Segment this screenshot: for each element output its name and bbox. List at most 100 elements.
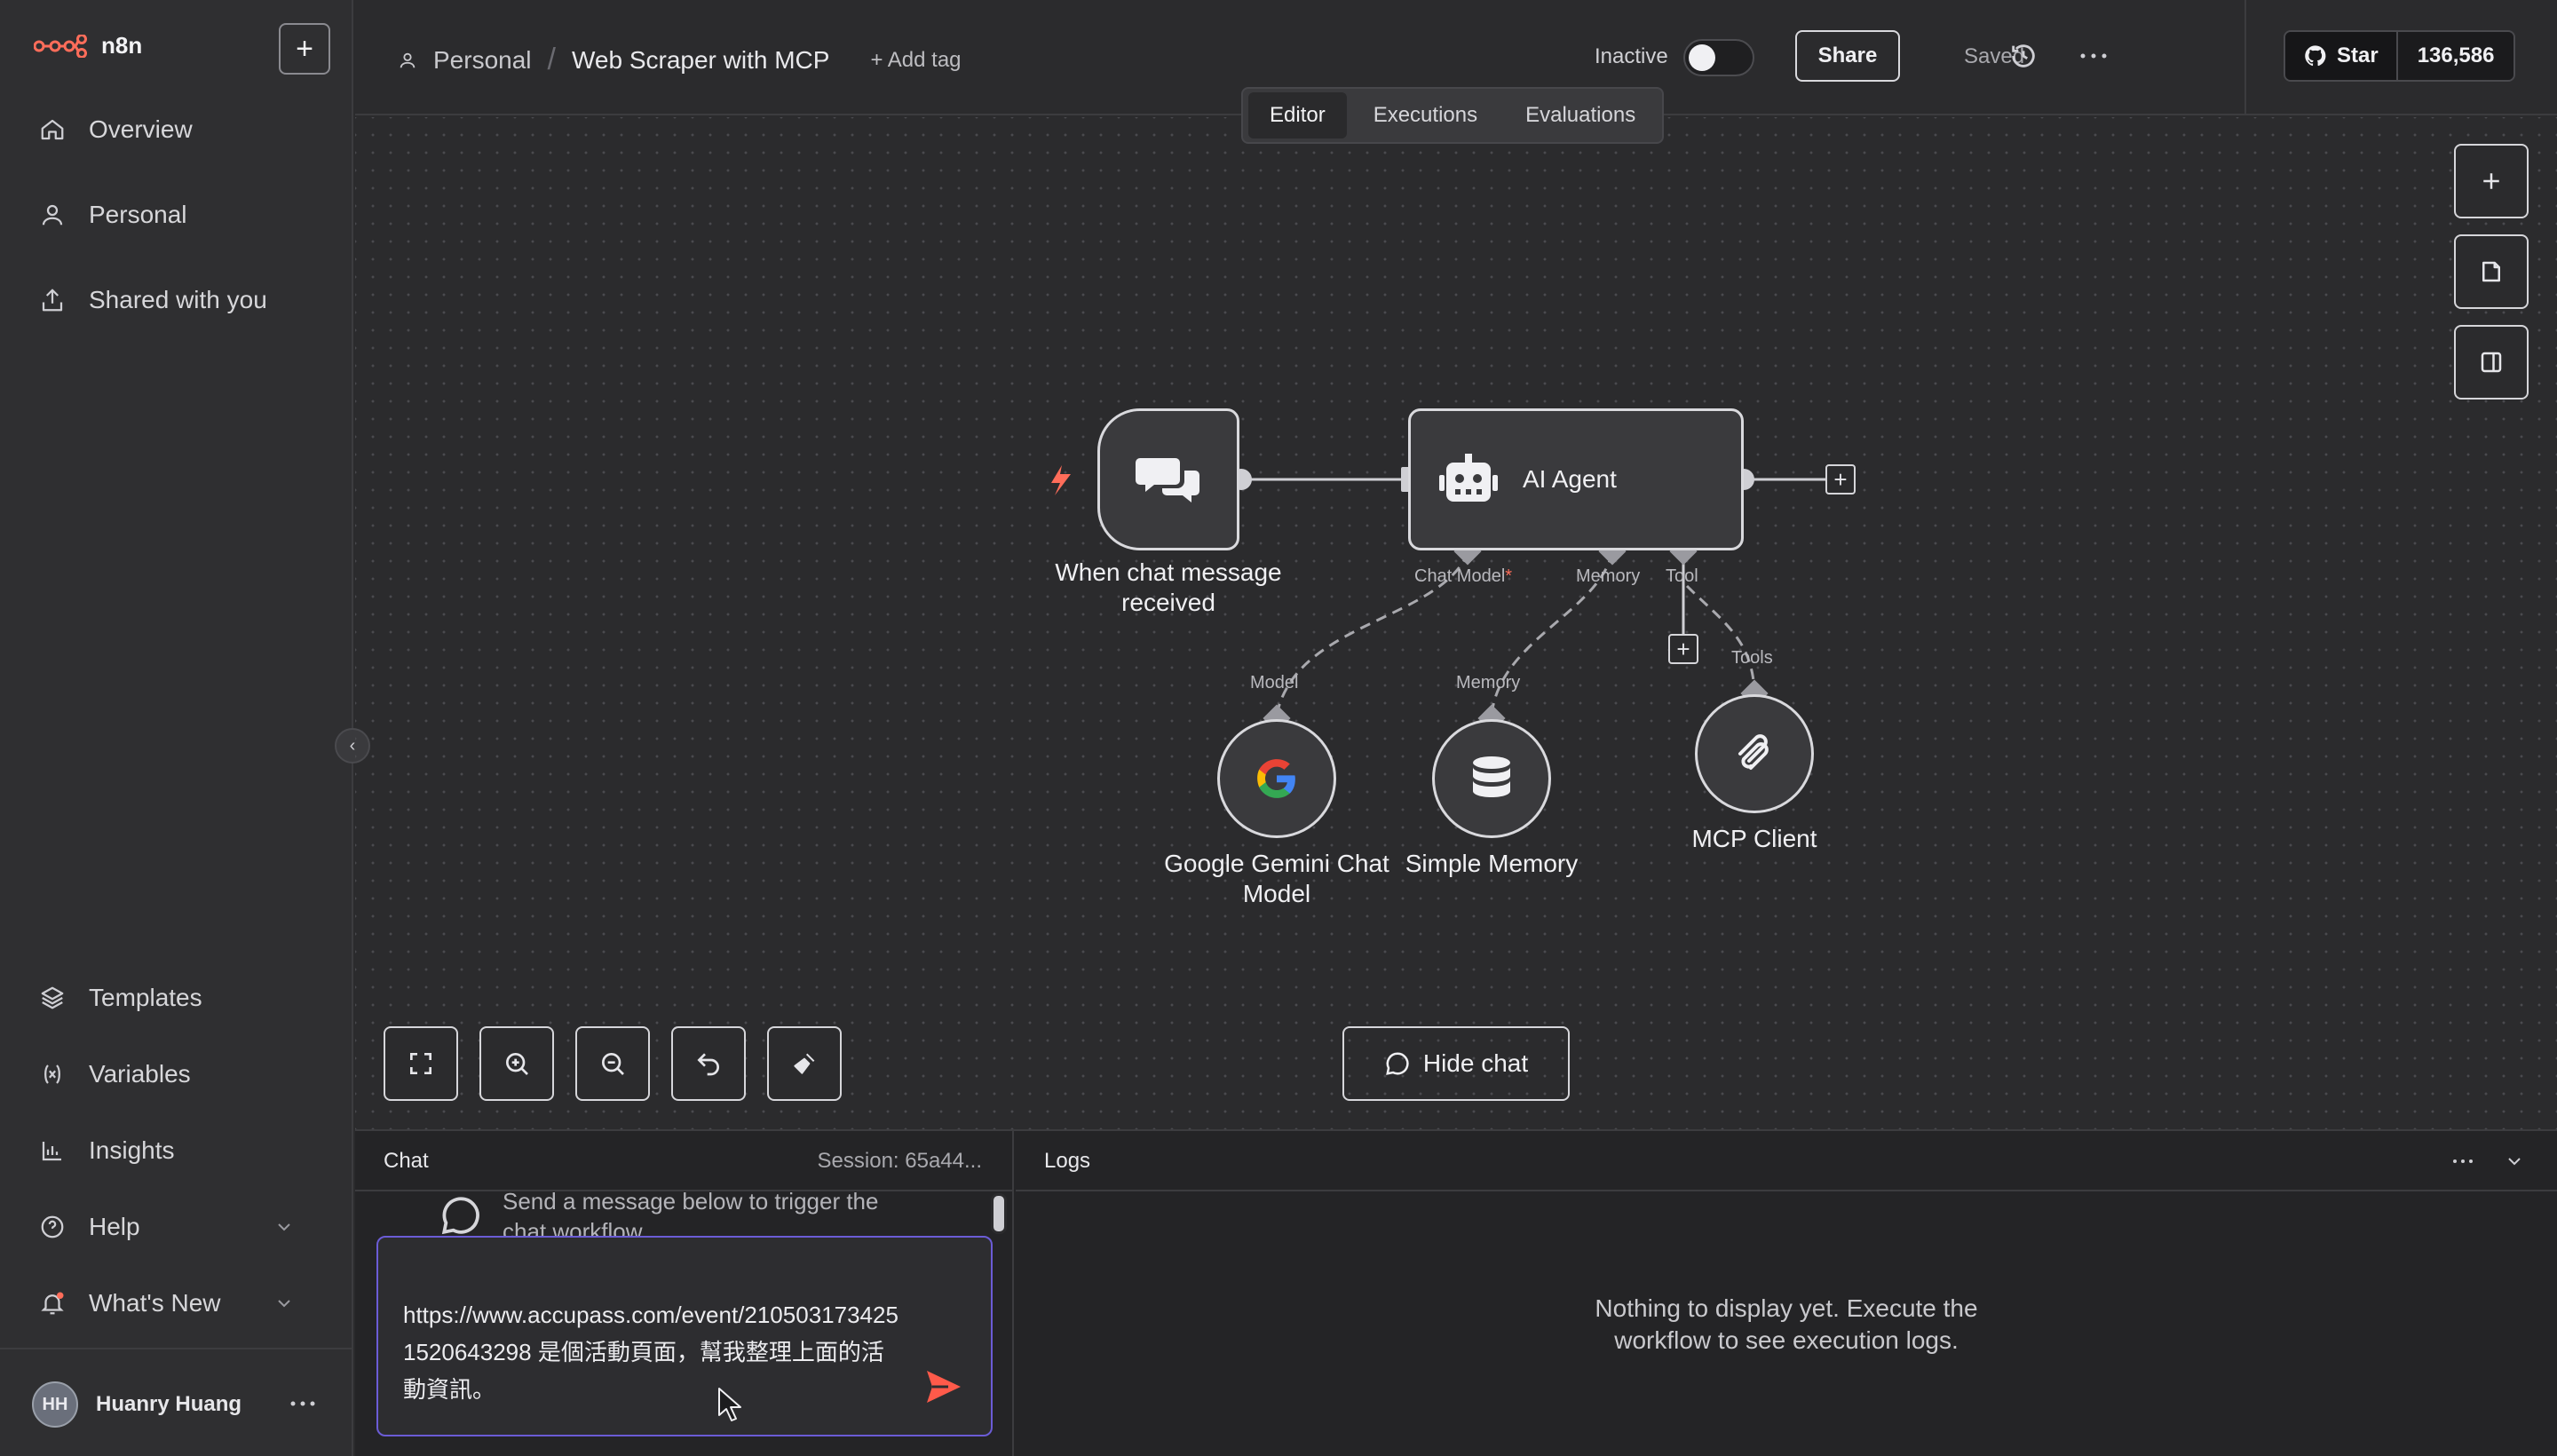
sidebar-item-insights[interactable]: Insights (39, 1136, 175, 1165)
more-horizontal-icon[interactable] (289, 1399, 316, 1408)
brand-logo[interactable]: n8n (34, 32, 142, 59)
share-button[interactable]: Share (1795, 30, 1900, 82)
sidebar-item-label: What's New (89, 1289, 221, 1317)
share-upload-icon (42, 289, 63, 312)
create-new-button[interactable]: + (279, 23, 330, 75)
port-tools-label: Tools (1731, 648, 1773, 668)
undo-icon (697, 1053, 719, 1076)
home-icon (41, 119, 64, 140)
variables-icon (44, 1064, 60, 1084)
logs-empty-text: Nothing to display yet. Execute the work… (1595, 1294, 1978, 1354)
tab-editor[interactable]: Editor (1248, 92, 1347, 138)
node-label: MCP Client (1691, 825, 1817, 852)
logs-panel-title: Logs (1044, 1149, 1091, 1173)
logs-toolbar (2452, 1151, 2525, 1172)
github-star-button[interactable]: Star 136,586 (2284, 30, 2516, 82)
chat-bubble-icon (441, 1197, 479, 1235)
canvas-zoom-toolbar (384, 1026, 842, 1101)
sidebar-item-overview[interactable]: Overview (39, 115, 193, 144)
chat-input[interactable]: https://www.accupass.com/event/210503173… (376, 1236, 993, 1436)
github-star[interactable]: Star (2285, 32, 2396, 80)
sidebar-item-label: Templates (89, 984, 202, 1011)
sidebar-item-personal[interactable]: Personal (39, 201, 187, 229)
user-name: Huanry Huang (96, 1392, 242, 1416)
github-icon (2305, 45, 2326, 67)
chat-scrollbar[interactable] (991, 1193, 1007, 1234)
sidebar-item-variables[interactable]: Variables (39, 1060, 191, 1088)
google-g-icon (1257, 759, 1295, 798)
github-star-label: Star (2337, 44, 2379, 67)
logs-divider (1016, 1190, 2557, 1191)
add-tool-button[interactable]: + (1668, 634, 1698, 664)
history-icon[interactable] (2008, 41, 2038, 71)
sidebar-divider (0, 1348, 353, 1349)
logs-empty-state: Nothing to display yet. Execute the work… (1016, 1293, 2557, 1357)
chevron-down-icon[interactable] (2504, 1151, 2525, 1172)
zoom-out-button[interactable] (575, 1026, 650, 1101)
chat-messages: Send a message below to trigger the chat… (355, 1191, 1014, 1236)
port-chat-model-label: Chat Model* (1414, 566, 1512, 587)
n8n-logo-icon (34, 34, 87, 58)
node-label: When chat message received (1055, 558, 1282, 616)
plus-icon: + (296, 32, 313, 66)
node-label: Google Gemini Chat Model (1164, 850, 1389, 907)
hide-chat-button[interactable]: Hide chat (1342, 1026, 1570, 1101)
avatar: HH (32, 1381, 78, 1428)
panel-right-icon (2481, 352, 2502, 373)
database-icon (1473, 756, 1510, 797)
workflow-canvas[interactable] (355, 117, 2557, 1129)
port-memory-label: Memory (1456, 673, 1521, 692)
breadcrumb: Personal / Web Scraper with MCP + Add ta… (398, 43, 962, 77)
hide-chat-label: Hide chat (1422, 1049, 1529, 1077)
add-next-node-button[interactable]: + (1825, 464, 1856, 495)
toggle-knob (1689, 44, 1715, 71)
bell-icon (41, 1292, 64, 1315)
sidebar-item-label: Insights (89, 1136, 175, 1164)
plus-icon (2483, 173, 2499, 189)
sidebar-item-label: Help (89, 1213, 140, 1240)
activation-toggle[interactable] (1683, 39, 1754, 76)
sidebar-item-shared[interactable]: Shared with you (39, 286, 267, 314)
port-label-text: Chat Model (1414, 566, 1506, 586)
toggle-panel-button[interactable] (2454, 325, 2529, 400)
chat-panel-title: Chat (384, 1149, 429, 1173)
add-tag-button[interactable]: + Add tag (870, 48, 961, 73)
tab-executions[interactable]: Executions (1352, 92, 1499, 138)
tab-evaluations[interactable]: Evaluations (1504, 92, 1657, 138)
sidebar-item-templates[interactable]: Templates (39, 984, 202, 1012)
breadcrumb-project[interactable]: Personal (433, 46, 532, 75)
port-model-label: Model (1250, 673, 1299, 692)
sidebar-item-label: Shared with you (89, 286, 267, 313)
port-tool-label: Tool (1666, 566, 1698, 586)
sidebar-item-help[interactable]: Help (39, 1213, 290, 1241)
node-label: Simple Memory (1405, 850, 1579, 877)
user-profile[interactable]: HH Huanry Huang (32, 1381, 241, 1428)
add-node-button[interactable] (2454, 144, 2529, 218)
undo-button[interactable] (671, 1026, 746, 1101)
header-divider (2244, 0, 2246, 115)
session-id[interactable]: Session: 65a44... (818, 1149, 982, 1174)
node-chat-trigger[interactable] (1097, 408, 1239, 550)
chevron-down-icon (278, 1223, 290, 1231)
chevron-down-icon (278, 1300, 290, 1308)
more-horizontal-icon[interactable] (2078, 50, 2110, 62)
node-mcp-client[interactable] (1695, 694, 1814, 813)
node-gemini-chat-model[interactable] (1217, 719, 1336, 838)
chat-input-value[interactable]: https://www.accupass.com/event/210503173… (403, 1296, 900, 1408)
zoom-in-button[interactable] (479, 1026, 554, 1101)
tidy-up-button[interactable] (767, 1026, 842, 1101)
sidebar-item-label: Variables (89, 1060, 191, 1088)
more-horizontal-icon[interactable] (2452, 1157, 2474, 1166)
sidebar-item-whats-new[interactable]: What's New (39, 1289, 290, 1318)
send-icon[interactable] (922, 1365, 964, 1408)
port-memory-label: Memory (1576, 566, 1641, 586)
zoom-out-icon (602, 1053, 624, 1075)
activation-status: Inactive (1595, 44, 1668, 68)
fit-view-button[interactable] (384, 1026, 458, 1101)
node-ai-agent[interactable]: AI Agent (1408, 408, 1744, 550)
node-simple-memory[interactable] (1432, 719, 1551, 838)
logs-panel: Logs Nothing to display yet. Execute the… (1016, 1131, 2557, 1456)
workflow-name[interactable]: Web Scraper with MCP (572, 46, 829, 75)
sticky-note-icon (2482, 261, 2500, 282)
add-sticky-note-button[interactable] (2454, 234, 2529, 309)
